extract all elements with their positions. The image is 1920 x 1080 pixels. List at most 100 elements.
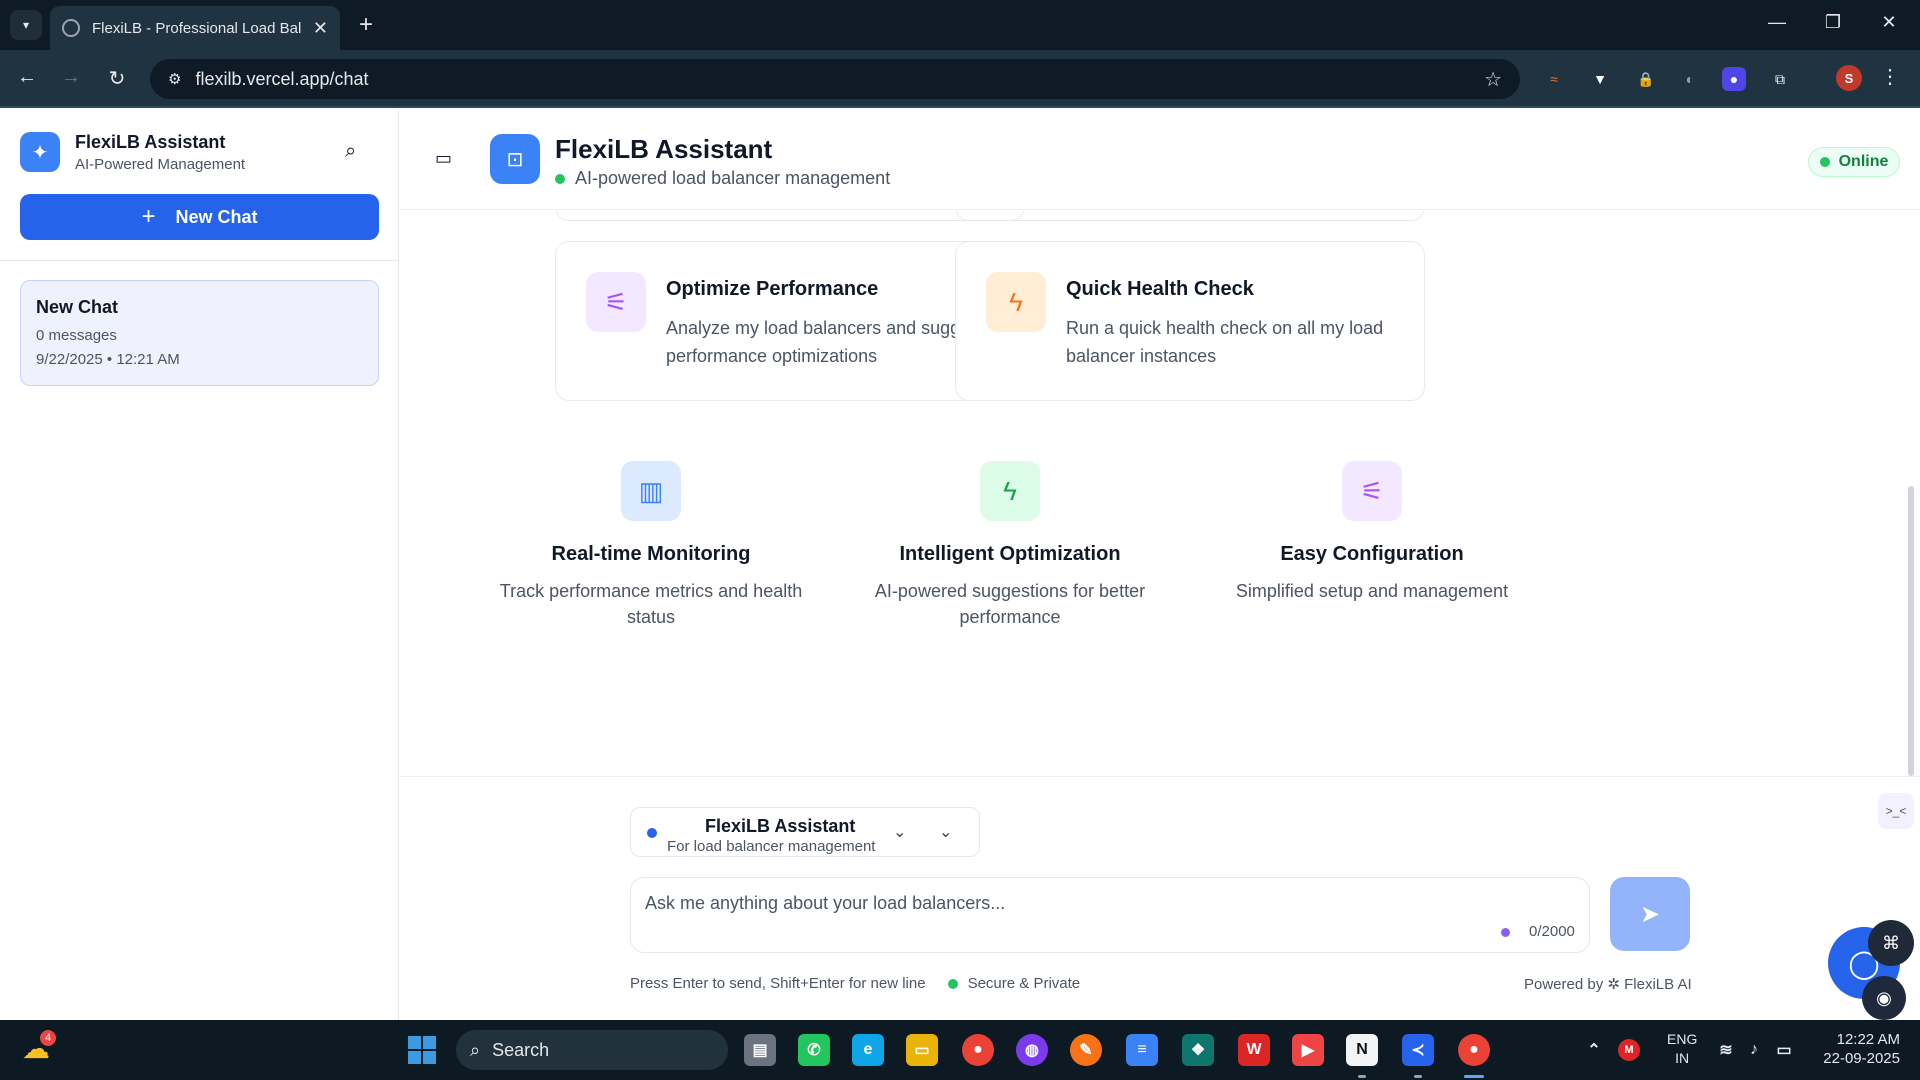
model-dot [647, 828, 657, 838]
code-panel-icon[interactable]: >_< [1878, 793, 1914, 829]
scrollbar-thumb[interactable] [1908, 486, 1914, 776]
language-indicator[interactable]: ENG IN [1667, 1030, 1697, 1068]
sliders-icon: ⚟ [586, 272, 646, 332]
mcafee-icon[interactable]: M [1618, 1039, 1640, 1061]
quick-action-card-partial[interactable] [955, 211, 1425, 221]
message-input-box[interactable]: 0/2000 [630, 877, 1590, 953]
tab-search-dropdown[interactable]: ▾ [10, 10, 42, 40]
notepad-icon[interactable]: ≡ [1126, 1034, 1158, 1066]
chevron-down-icon[interactable]: ⌄ [893, 822, 906, 842]
site-info-icon[interactable]: ⚙ [168, 70, 181, 88]
search-label: Search [492, 1039, 550, 1060]
model-description: For load balancer management [667, 838, 876, 855]
lang-top: ENG [1667, 1031, 1698, 1047]
clock-time: 12:22 AM [1836, 1031, 1900, 1048]
forward-button[interactable]: → [58, 66, 84, 89]
lock-extension-icon[interactable]: 🔒 [1634, 67, 1658, 91]
chat-date: 9/22/2025 • 12:21 AM [36, 351, 180, 368]
browser-tab-active[interactable]: FlexiLB - Professional Load Bala ✕ [50, 6, 340, 50]
chat-history-item[interactable]: New Chat 0 messages 9/22/2025 • 12:21 AM [20, 280, 379, 386]
composer-hint: Press Enter to send, Shift+Enter for new… [630, 975, 1080, 992]
task-view-icon[interactable]: ▤ [744, 1034, 776, 1066]
minimize-button[interactable]: — [1762, 12, 1792, 33]
whatsapp-icon[interactable]: ✆ [798, 1034, 830, 1066]
new-tab-button[interactable]: + [352, 10, 380, 40]
quick-action-desc: Run a quick health check on all my load … [1066, 318, 1384, 366]
lightning-icon: ϟ [986, 272, 1046, 332]
new-chat-label: New Chat [175, 206, 258, 227]
extension-icon[interactable]: ● [1722, 67, 1746, 91]
windows-taskbar: ☁ 4 ⌕ Search ▤ ✆ e ▭ ● ◍ ✎ ≡ ❖ W ▶ N ≺ ●… [0, 1020, 1920, 1080]
status-text: Online [1838, 153, 1889, 170]
chat-header: ▭ ⊡ FlexiLB Assistant AI-powered load ba… [400, 110, 1920, 210]
battery-icon[interactable]: ▭ [1768, 1034, 1800, 1066]
send-button[interactable]: ➤ [1610, 877, 1690, 951]
hint-text: Press Enter to send, Shift+Enter for new… [630, 975, 926, 992]
sparkles-icon: ✦ [20, 132, 60, 172]
chrome-icon[interactable]: ● [962, 1034, 994, 1066]
feature-configuration: ⚟ Easy Configuration Simplified setup an… [1207, 461, 1537, 604]
restore-button[interactable]: ❐ [1818, 12, 1848, 33]
counter-dot [1501, 928, 1510, 937]
assistant-face-icon[interactable]: ◉ [1862, 976, 1906, 1020]
extension-icon[interactable]: ≈ [1542, 67, 1566, 91]
chevron-up-icon[interactable]: ⌃ [1578, 1034, 1610, 1066]
new-chat-button[interactable]: + New Chat [20, 194, 379, 240]
chat-bubble-icon[interactable]: ▭ [435, 148, 452, 169]
puzzle-icon[interactable]: ⧉ [1768, 67, 1792, 91]
sidebar-subtitle: AI-Powered Management [75, 156, 246, 173]
volume-icon[interactable]: ♪ [1738, 1034, 1770, 1066]
feature-title: Easy Configuration [1280, 543, 1464, 565]
back-button[interactable]: ← [14, 66, 40, 89]
globe-icon [62, 19, 80, 37]
extension-icon[interactable]: ▼ [1588, 67, 1612, 91]
quick-action-title: Optimize Performance [666, 278, 879, 300]
menu-kebab-icon[interactable]: ⋮ [1880, 64, 1900, 89]
active-indicator [1464, 1075, 1484, 1078]
divider [0, 260, 399, 261]
address-bar[interactable]: ⚙ flexilb.vercel.app/chat ☆ [150, 59, 1520, 99]
youtube-icon[interactable]: ▶ [1292, 1034, 1324, 1066]
secure-text: Secure & Private [967, 975, 1081, 992]
quick-action-health-check[interactable]: ϟ Quick Health Check Run a quick health … [955, 241, 1425, 401]
clock-date: 22-09-2025 [1823, 1050, 1900, 1067]
message-input[interactable] [645, 888, 1465, 918]
github-icon[interactable]: ◍ [1016, 1034, 1048, 1066]
close-window-button[interactable]: ✕ [1874, 12, 1904, 33]
page-title: FlexiLB Assistant [555, 134, 773, 164]
notion-icon[interactable]: N [1346, 1034, 1378, 1066]
model-name: FlexiLB Assistant [705, 816, 856, 836]
wps-icon[interactable]: W [1238, 1034, 1270, 1066]
feature-optimization: ϟ Intelligent Optimization AI-powered su… [845, 461, 1175, 630]
search-icon: ⌕ [470, 1039, 481, 1060]
secure-dot [947, 978, 958, 989]
quick-action-card-partial[interactable] [555, 211, 1025, 221]
feature-desc: AI-powered suggestions for better perfor… [874, 581, 1146, 627]
extension-icon[interactable]: ◐ [1678, 67, 1702, 91]
plus-icon: + [141, 203, 156, 230]
profile-avatar[interactable]: S [1836, 65, 1862, 91]
search-icon[interactable]: ⌕ [345, 140, 356, 163]
chat-title: New Chat [36, 297, 119, 317]
chevron-down-icon[interactable]: ⌄ [939, 822, 952, 842]
taskbar-search[interactable]: ⌕ Search [456, 1030, 728, 1070]
chat-main: ⚟ Optimize Performance Analyze my load b… [400, 211, 1920, 776]
clock[interactable]: 12:22 AM 22-09-2025 [1810, 1030, 1900, 1068]
postman-icon[interactable]: ✎ [1070, 1034, 1102, 1066]
url-text: flexilb.vercel.app/chat [195, 68, 369, 89]
composer: FlexiLB Assistant For load balancer mana… [400, 776, 1920, 1020]
send-icon: ➤ [1639, 900, 1661, 928]
app-icon[interactable]: ❖ [1182, 1034, 1214, 1066]
char-counter: 0/2000 [1529, 923, 1575, 940]
edge-icon[interactable]: e [852, 1034, 884, 1066]
vscode-icon[interactable]: ≺ [1402, 1034, 1434, 1066]
bookmark-star-icon[interactable]: ☆ [1484, 67, 1502, 92]
close-tab-icon[interactable]: ✕ [313, 18, 328, 39]
chrome-active-icon[interactable]: ● [1458, 1034, 1490, 1066]
reload-button[interactable]: ↻ [104, 66, 130, 91]
windows-start-icon[interactable] [408, 1036, 436, 1064]
apps-grid-icon[interactable]: ⌘ [1868, 920, 1914, 966]
model-selector[interactable]: FlexiLB Assistant For load balancer mana… [630, 807, 980, 857]
bot-icon: ⊡ [490, 134, 540, 184]
file-explorer-icon[interactable]: ▭ [906, 1034, 938, 1066]
